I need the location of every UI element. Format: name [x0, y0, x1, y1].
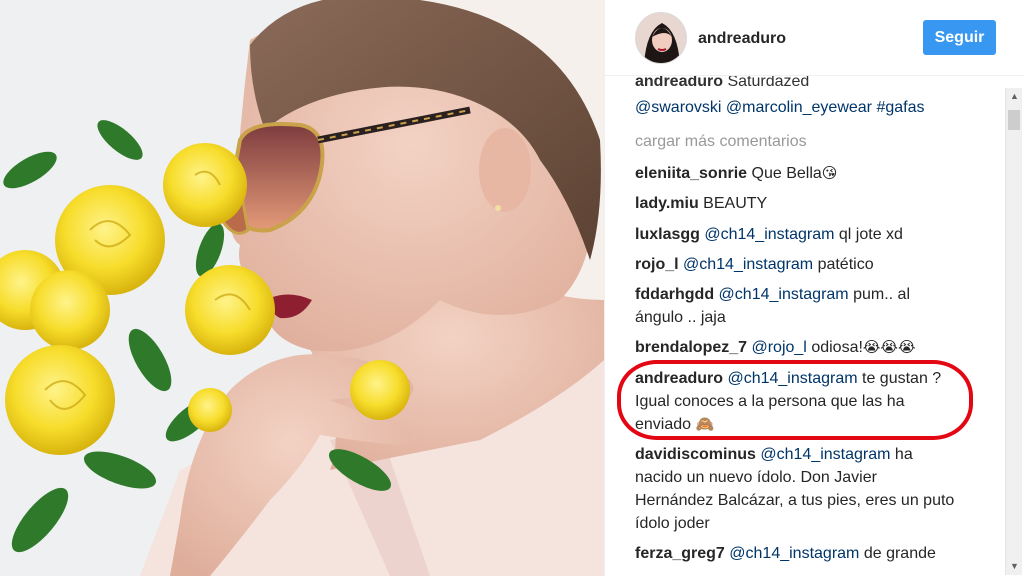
avatar[interactable]	[635, 12, 687, 64]
comment-text: ql jote xd	[838, 226, 903, 243]
comment-text: ángulo .. jaja	[635, 309, 726, 326]
comment-username[interactable]: ferza_greg7	[635, 545, 725, 562]
comments-scrollbar[interactable]: ▲ ▼	[1005, 88, 1022, 575]
comment-text: nacido un nuevo ídolo. Don Javier	[635, 469, 877, 486]
comments-list: andreaduro Saturdazed @swarovski @marcol…	[605, 76, 1024, 576]
comment-continuation: ángulo .. jaja	[635, 306, 997, 329]
comment-text: ha	[894, 446, 913, 463]
scroll-down-arrow-icon[interactable]: ▼	[1006, 558, 1023, 575]
comment: davidiscominus @ch14_instagram ha	[635, 443, 997, 466]
comment-username[interactable]: lady.miu	[635, 195, 699, 212]
comment-username[interactable]: brendalopez_7	[635, 339, 747, 356]
comment: luxlasgg @ch14_instagram ql jote xd	[635, 223, 997, 246]
caption: andreaduro Saturdazed	[635, 76, 997, 93]
crying-emoji-icon: 😭😭😭	[862, 338, 916, 356]
comment: eleniita_sonrie Que Bella😘	[635, 162, 997, 185]
comment-continuation: ídolo joder	[635, 512, 997, 535]
comment-mention[interactable]: @ch14_instagram	[719, 286, 849, 303]
comment-text: Que Bella	[751, 165, 822, 182]
scroll-up-arrow-icon[interactable]: ▲	[1006, 88, 1023, 105]
comment-text: BEAUTY	[703, 195, 768, 212]
comment-text: Hernández Balcázar, a tus pies, eres un …	[635, 492, 955, 509]
follow-button[interactable]: Seguir	[923, 20, 996, 55]
comment-continuation: nacido un nuevo ídolo. Don Javier	[635, 466, 997, 489]
comment-username[interactable]: rojo_l	[635, 256, 679, 273]
comment-text: patético	[817, 256, 874, 273]
comment-mention[interactable]: @ch14_instagram	[704, 226, 834, 243]
comment-text: de grande	[863, 545, 936, 562]
comment-username[interactable]: eleniita_sonrie	[635, 165, 747, 182]
post-author-username[interactable]: andreaduro	[698, 30, 786, 48]
comment-text: ídolo joder	[635, 515, 710, 532]
kiss-emoji-icon: 😘	[821, 164, 838, 182]
comment-text: pum.. al	[853, 286, 911, 303]
comment-mention[interactable]: @ch14_instagram	[683, 256, 813, 273]
comment: lady.miu BEAUTY	[635, 192, 997, 215]
comment: brendalopez_7 @rojo_l odiosa!😭😭😭	[635, 336, 997, 359]
comment-continuation: Hernández Balcázar, a tus pies, eres un …	[635, 489, 997, 512]
comment-text: odiosa!	[811, 339, 863, 356]
post-side-panel: andreaduro Seguir andreaduro Saturdazed …	[604, 0, 1024, 576]
comment-username[interactable]: luxlasgg	[635, 226, 700, 243]
caption-text: Saturdazed	[727, 76, 810, 90]
caption-username[interactable]: andreaduro	[635, 76, 723, 90]
comment: fddarhgdd @ch14_instagram pum.. al	[635, 283, 997, 306]
comment-mention[interactable]: @ch14_instagram	[760, 446, 890, 463]
red-highlight-ellipse	[617, 360, 973, 440]
load-more-label[interactable]: cargar más comentarios	[635, 133, 807, 150]
post-header: andreaduro Seguir	[605, 0, 1024, 76]
scrollbar-thumb[interactable]	[1008, 110, 1020, 130]
comment: rojo_l @ch14_instagram patético	[635, 253, 997, 276]
comment-mention[interactable]: @ch14_instagram	[729, 545, 859, 562]
caption-mentions-text[interactable]: @swarovski @marcolin_eyewear #gafas	[635, 99, 924, 116]
comment-mention[interactable]: @rojo_l	[751, 339, 806, 356]
comment-username[interactable]: fddarhgdd	[635, 286, 714, 303]
post-photo-illustration	[0, 0, 604, 576]
load-more-comments[interactable]: cargar más comentarios	[635, 130, 997, 153]
post-photo[interactable]	[0, 0, 604, 576]
comment-username[interactable]: davidiscominus	[635, 446, 756, 463]
comment: ferza_greg7 @ch14_instagram de grande	[635, 542, 997, 565]
caption-mentions: @swarovski @marcolin_eyewear #gafas	[635, 96, 997, 119]
